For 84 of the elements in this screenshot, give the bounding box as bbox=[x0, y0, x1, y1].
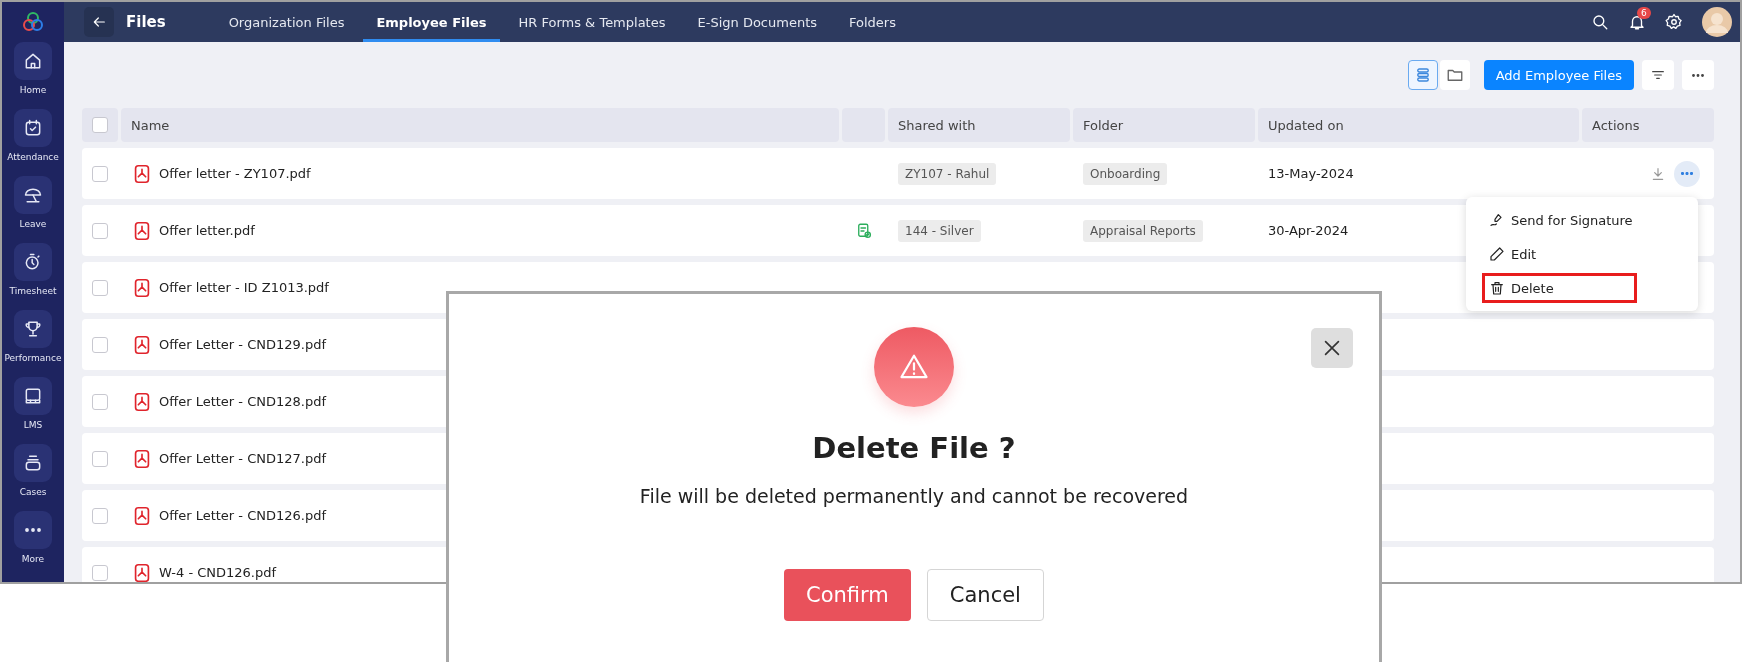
confirm-button[interactable]: Confirm bbox=[784, 569, 911, 621]
folder-view-button[interactable] bbox=[1439, 60, 1470, 90]
sidebar-button[interactable] bbox=[14, 511, 52, 549]
sidebar-label: Leave bbox=[19, 219, 47, 229]
file-name[interactable]: Offer Letter - CND127.pdf bbox=[159, 451, 326, 466]
notification-badge: 6 bbox=[1637, 7, 1651, 19]
sidebar-button[interactable] bbox=[14, 444, 52, 482]
column-header: Folder bbox=[1073, 108, 1255, 142]
home-icon bbox=[23, 51, 43, 71]
column-header: Updated on bbox=[1258, 108, 1579, 142]
file-name[interactable]: Offer Letter - CND126.pdf bbox=[159, 508, 326, 523]
avatar[interactable] bbox=[1702, 7, 1732, 37]
sidebar-button[interactable] bbox=[14, 243, 52, 281]
select-all-checkbox[interactable] bbox=[92, 117, 108, 133]
column-header: Actions bbox=[1582, 108, 1714, 142]
nav-tab[interactable]: HR Forms & Templates bbox=[505, 2, 679, 42]
back-button[interactable] bbox=[84, 7, 114, 37]
search-icon[interactable] bbox=[1591, 13, 1609, 31]
sidebar-button[interactable] bbox=[14, 310, 52, 348]
dialog-title: Delete File ? bbox=[812, 431, 1016, 465]
row-more-button[interactable] bbox=[1674, 160, 1700, 187]
folder-tag: Appraisal Reports bbox=[1083, 219, 1203, 242]
shared-with-tag: ZY107 - Rahul bbox=[898, 162, 997, 185]
settings-icon[interactable] bbox=[1665, 13, 1683, 31]
file-name[interactable]: Offer letter - ID Z1013.pdf bbox=[159, 280, 329, 295]
file-name[interactable]: Offer Letter - CND128.pdf bbox=[159, 394, 326, 409]
sidebar-label: LMS bbox=[23, 420, 43, 430]
sidebar-label: Performance bbox=[4, 353, 62, 363]
dialog-message: File will be deleted permanently and cannot be recovered bbox=[639, 485, 1189, 507]
sidebar-label: Home bbox=[19, 85, 47, 95]
sidebar-button[interactable] bbox=[14, 109, 52, 147]
sidebar-button[interactable] bbox=[14, 176, 52, 214]
row-checkbox[interactable] bbox=[92, 450, 108, 467]
row-checkbox[interactable] bbox=[92, 222, 108, 239]
calendar-icon bbox=[23, 118, 43, 138]
logo-icon bbox=[21, 10, 45, 34]
trophy-icon bbox=[23, 319, 43, 339]
sidebar-button[interactable] bbox=[14, 377, 52, 415]
folder-tag: Onboarding bbox=[1083, 162, 1168, 185]
file-name[interactable]: Offer letter.pdf bbox=[159, 223, 255, 238]
umbrella-icon bbox=[23, 185, 43, 205]
nav-tab[interactable]: Organization Files bbox=[215, 2, 358, 42]
list-view-button[interactable] bbox=[1407, 60, 1438, 90]
column-header: Name bbox=[121, 108, 839, 142]
trash-icon bbox=[1489, 280, 1505, 296]
shared-with-tag: 144 - Silver bbox=[898, 219, 981, 242]
file-name[interactable]: Offer Letter - CND129.pdf bbox=[159, 337, 326, 352]
more-icon bbox=[1681, 172, 1693, 175]
menu-item[interactable]: Send for Signature bbox=[1482, 205, 1637, 235]
updated-date: 30-Apr-2024 bbox=[1268, 223, 1349, 238]
menu-item[interactable]: Edit bbox=[1482, 239, 1637, 269]
column-header: Shared with bbox=[888, 108, 1070, 142]
sidebar-label: Timesheet bbox=[9, 286, 57, 296]
more-button[interactable] bbox=[1682, 60, 1714, 90]
board-icon bbox=[23, 386, 43, 406]
sidebar-button[interactable] bbox=[14, 42, 52, 80]
close-button[interactable] bbox=[1311, 328, 1353, 368]
sidebar-label: Cases bbox=[19, 487, 47, 497]
cancel-button[interactable]: Cancel bbox=[926, 569, 1044, 621]
add-button[interactable]: Add Employee Files bbox=[1483, 60, 1634, 90]
pencil-icon bbox=[1489, 246, 1505, 262]
nav-tab[interactable]: Employee Files bbox=[363, 2, 500, 42]
row-checkbox[interactable] bbox=[92, 393, 108, 410]
stack-icon bbox=[23, 453, 43, 473]
back-arrow-icon bbox=[91, 14, 107, 30]
nav-tab[interactable]: Folders bbox=[836, 2, 909, 42]
signature-pen-icon bbox=[1489, 212, 1505, 228]
file-name[interactable]: W-4 - CND126.pdf bbox=[159, 565, 277, 580]
file-name[interactable]: Offer letter - ZY107.pdf bbox=[159, 166, 311, 181]
page-title: Files bbox=[126, 13, 166, 31]
more-icon bbox=[1692, 73, 1704, 77]
row-checkbox[interactable] bbox=[92, 507, 108, 524]
sidebar-label: More bbox=[21, 554, 45, 564]
menu-item[interactable]: Delete bbox=[1482, 273, 1637, 303]
more-icon bbox=[25, 528, 41, 532]
download-icon[interactable] bbox=[1650, 165, 1666, 182]
nav-tab[interactable]: E-Sign Documents bbox=[684, 2, 830, 42]
filter-button[interactable] bbox=[1642, 60, 1674, 90]
row-checkbox[interactable] bbox=[92, 336, 108, 353]
sidebar-label: Attendance bbox=[7, 152, 59, 162]
updated-date: 13-May-2024 bbox=[1268, 166, 1354, 181]
row-checkbox[interactable] bbox=[92, 279, 108, 296]
row-checkbox[interactable] bbox=[92, 165, 108, 182]
row-checkbox[interactable] bbox=[92, 564, 108, 581]
